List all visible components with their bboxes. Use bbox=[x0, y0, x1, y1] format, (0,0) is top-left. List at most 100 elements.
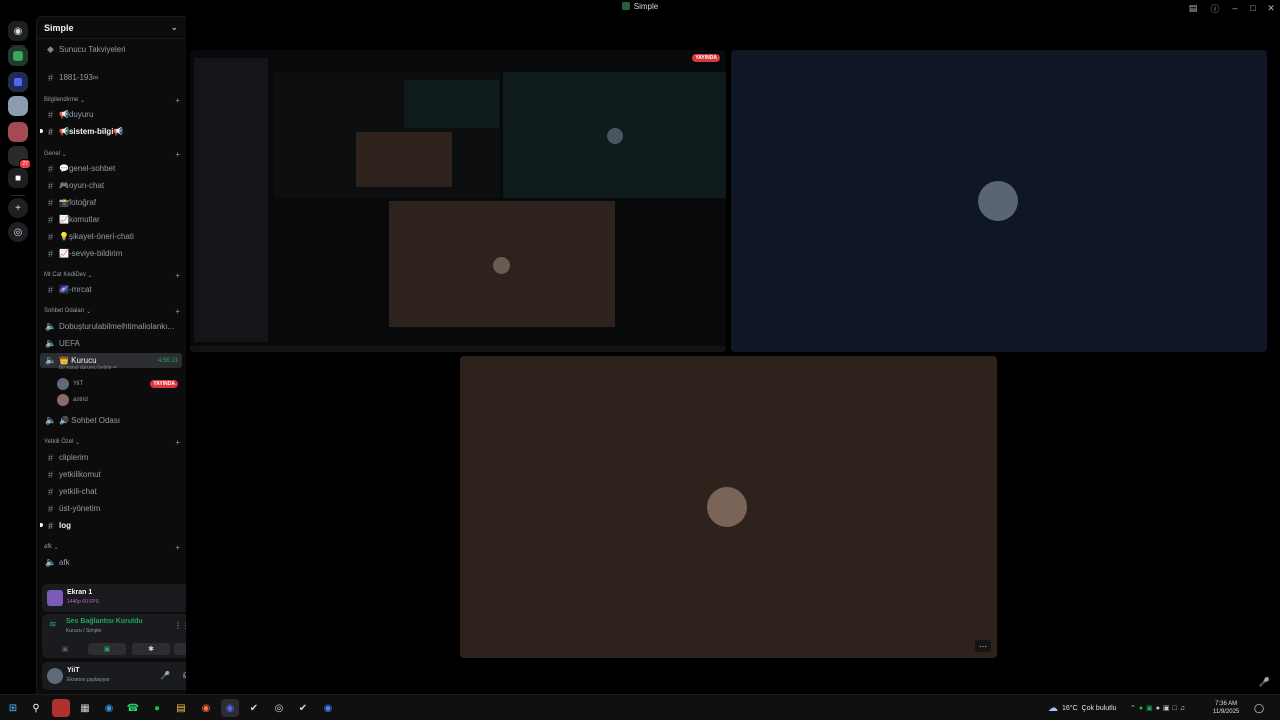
maximize-button[interactable]: □ bbox=[1244, 0, 1262, 16]
category-bilgilendirme[interactable]: Bilgilendirme ⌄ + bbox=[44, 94, 180, 106]
microphone-icon[interactable]: 🎤 bbox=[160, 671, 170, 680]
system-tray-icons[interactable]: ⌃ ● ▣ ●▣□♫ bbox=[1130, 695, 1188, 720]
channel-cliplerim[interactable]: # cliplerim bbox=[40, 450, 182, 465]
chevron-down-icon: ⌄ bbox=[170, 22, 178, 32]
hash-icon: # bbox=[47, 126, 53, 137]
channel-yetkilikomut[interactable]: # yetkilikomut bbox=[40, 467, 182, 482]
notifications-icon[interactable]: ◯ bbox=[1254, 695, 1264, 720]
window-title-text: Simple bbox=[633, 2, 659, 11]
add-channel-icon[interactable]: + bbox=[175, 307, 180, 316]
add-channel-icon[interactable]: + bbox=[175, 543, 180, 552]
stream-tile-screen[interactable]: YAYINDA bbox=[190, 50, 726, 352]
server-icon-image-2[interactable] bbox=[8, 122, 28, 142]
voice-location[interactable]: Kurucu / Simple bbox=[66, 628, 101, 634]
add-channel-icon[interactable]: + bbox=[175, 96, 180, 105]
speaker-icon: 🔈 bbox=[45, 338, 57, 348]
channel-top[interactable]: #1881-193∞ bbox=[40, 70, 182, 85]
server-icon-image-3[interactable]: 27 bbox=[8, 146, 31, 169]
microphone-icon[interactable]: 🎤 bbox=[1259, 677, 1270, 688]
add-channel-icon[interactable]: + bbox=[175, 438, 180, 447]
voice-channel-afk[interactable]: 🔈 afk bbox=[40, 555, 182, 570]
server-header[interactable]: Simple ⌄ bbox=[37, 17, 186, 39]
help-icon[interactable]: ⓘ bbox=[1204, 0, 1226, 16]
avatar[interactable] bbox=[47, 668, 63, 684]
avatar bbox=[978, 181, 1018, 221]
server-icon-simple[interactable] bbox=[8, 46, 28, 66]
channel-status-prompt[interactable]: Bir kanal durumu belirle ✏ bbox=[59, 365, 117, 374]
channel-genel-sohbet[interactable]: # 💬genel-sohbet bbox=[40, 161, 182, 176]
channel-sistem-bilgi[interactable]: # 📢sistem-bilgi📢 bbox=[40, 124, 182, 139]
activities-button[interactable]: ✱ bbox=[132, 643, 170, 655]
voice-channel-uefa[interactable]: 🔈 UEFA bbox=[40, 336, 182, 351]
file-explorer-icon[interactable]: ▤ bbox=[172, 699, 190, 717]
hash-icon: # bbox=[47, 503, 53, 514]
speaker-icon: 🔈 bbox=[45, 321, 57, 331]
taskbar-app-edge[interactable]: ◉ bbox=[100, 699, 118, 717]
firefox-icon[interactable]: ◉ bbox=[197, 699, 215, 717]
taskbar-app-news[interactable] bbox=[52, 699, 70, 717]
start-icon[interactable]: ⊞ bbox=[4, 699, 22, 717]
server-icon-image-1[interactable] bbox=[8, 96, 28, 116]
voice-channel-sohbet-odasi[interactable]: 🔈 🔊 Sohbet Odası bbox=[40, 413, 182, 428]
whatsapp-icon[interactable]: ☎ bbox=[124, 699, 142, 717]
discord-home-icon[interactable]: ◉ bbox=[8, 21, 28, 41]
signal-icon[interactable]: ≋ bbox=[49, 619, 57, 630]
minimize-button[interactable]: – bbox=[1226, 0, 1244, 16]
add-channel-icon[interactable]: + bbox=[175, 150, 180, 159]
stream-tile-astrid[interactable]: ⋯ bbox=[460, 356, 997, 658]
username: YiiT bbox=[67, 667, 80, 674]
more-options-button[interactable]: ⋯ bbox=[975, 640, 991, 652]
nested-taskbar bbox=[190, 346, 726, 352]
taskbar-app-store[interactable]: ▦ bbox=[76, 699, 94, 717]
channel-mrcat[interactable]: # 🌌-mrcat bbox=[40, 282, 182, 297]
channel-yetkili-chat[interactable]: # yetkili-chat bbox=[40, 484, 182, 499]
category-yetkili[interactable]: Yetkili Özel ⌄ + bbox=[44, 436, 180, 448]
stream-tile-yiit[interactable] bbox=[731, 50, 1267, 352]
close-button[interactable]: ✕ bbox=[1262, 0, 1280, 16]
channel-log[interactable]: # log bbox=[40, 518, 182, 533]
add-channel-icon[interactable]: + bbox=[175, 271, 180, 280]
voice-status: Ses Bağlantısı Kuruldu bbox=[66, 618, 143, 625]
channel-fotograf[interactable]: # 📸fotoğraf bbox=[40, 195, 182, 210]
camera-button[interactable]: ▣ bbox=[46, 643, 84, 655]
taskbar-app-obs[interactable]: ◎ bbox=[270, 699, 288, 717]
hash-icon: # bbox=[47, 72, 53, 83]
channel-komutlar[interactable]: # 📈komutlar bbox=[40, 212, 182, 227]
voice-member-yiit[interactable]: YiiT YAYINDA bbox=[57, 377, 182, 391]
nested-tile-brown bbox=[389, 201, 615, 327]
discord-icon[interactable]: ◉ bbox=[221, 699, 239, 717]
spotify-icon[interactable]: ● bbox=[148, 699, 166, 717]
channel-duyuru[interactable]: # 📢duyuru bbox=[40, 107, 182, 122]
channel-seviye[interactable]: # 📈-seviye-bildirim bbox=[40, 246, 182, 261]
hash-icon: # bbox=[47, 486, 53, 497]
category-afk[interactable]: afk ⌄ + bbox=[44, 541, 180, 553]
taskbar-app-launcher[interactable]: ◉ bbox=[319, 699, 337, 717]
clock[interactable]: 7:36 AM 11/9/2025 bbox=[1213, 695, 1239, 720]
server-name: Simple bbox=[44, 22, 74, 33]
voice-member-astrid[interactable]: astrid bbox=[57, 393, 182, 407]
nested-stream bbox=[274, 72, 500, 198]
screen-share-button[interactable]: ▣ bbox=[88, 643, 126, 655]
category-mrcat[interactable]: Mr.Cat KediDev ⌄ + bbox=[44, 269, 180, 281]
channel-sikayet[interactable]: # 💡şikayet-öneri-chati bbox=[40, 229, 182, 244]
avatar bbox=[707, 487, 747, 527]
hash-icon: # bbox=[47, 520, 53, 531]
server-boosts-item[interactable]: ◆ Sunucu Takviyeleri bbox=[40, 42, 182, 57]
category-genel[interactable]: Genel ⌄ + bbox=[44, 148, 180, 160]
speaker-icon: 🔈 bbox=[45, 557, 57, 567]
channel-ust-yonetim[interactable]: # üst-yönetim bbox=[40, 501, 182, 516]
channel-oyun-chat[interactable]: # 🎮oyun-chat bbox=[40, 178, 182, 193]
category-sohbet-odalari[interactable]: Sohbet Odaları ⌄ + bbox=[44, 305, 180, 317]
weather-widget[interactable]: ☁ 16°C Çok bulutlu bbox=[1048, 695, 1117, 720]
discover-icon[interactable]: ◎ bbox=[8, 222, 28, 242]
hash-icon: # bbox=[47, 163, 53, 174]
inbox-icon[interactable]: ▤ bbox=[1182, 0, 1204, 16]
add-server-icon[interactable]: + bbox=[8, 198, 28, 218]
voice-channel-1[interactable]: 🔈 Dobuşturulabilmeihtimaliolankı... bbox=[40, 319, 182, 334]
server-icon-blue[interactable] bbox=[8, 72, 28, 92]
search-icon[interactable]: ⚲ bbox=[27, 699, 45, 717]
taskbar-app-steam-2[interactable]: ✔ bbox=[294, 699, 312, 717]
steam-icon[interactable]: ✔ bbox=[245, 699, 263, 717]
server-folder-icon[interactable]: ■ bbox=[8, 168, 28, 188]
hash-icon: # bbox=[47, 452, 53, 463]
